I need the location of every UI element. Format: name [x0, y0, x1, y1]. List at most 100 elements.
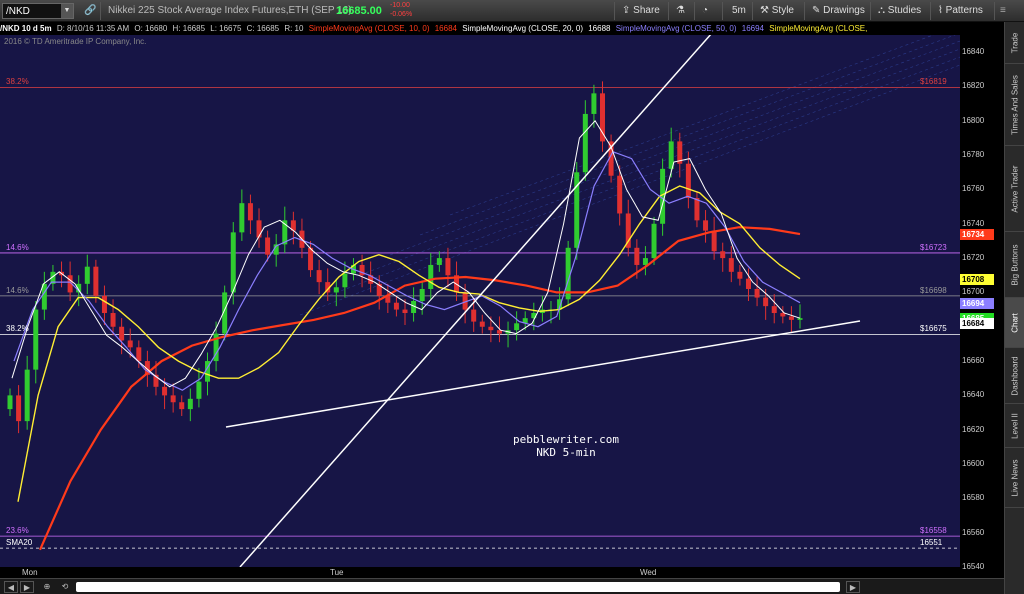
candle-body	[617, 175, 623, 214]
share-button[interactable]: ⇪ Share	[622, 3, 660, 19]
ohlc-high: H: 16685	[172, 24, 206, 33]
candle-body	[393, 302, 399, 310]
sma200-label: SimpleMovingAvg (CLOSE,	[769, 24, 868, 33]
candle-body	[265, 237, 271, 255]
candle-body	[136, 347, 142, 362]
symbol-input[interactable]: /NKD ▼	[2, 3, 74, 19]
side-tab-active-trader[interactable]: Active Trader	[1005, 146, 1024, 232]
candle-body	[316, 270, 322, 283]
candle-body	[239, 203, 245, 233]
watermark-line2: NKD 5-min	[536, 446, 596, 459]
flask-icon[interactable]: ⚗	[676, 3, 685, 19]
ohlc-range: R: 10	[284, 24, 304, 33]
side-tab-label: Level II	[1010, 412, 1020, 439]
candle-body	[196, 381, 202, 399]
price-axis[interactable]: 16840 16820 16800 16780 16760 16740 16720 16700…	[960, 35, 1004, 571]
scroll-thumb[interactable]	[76, 582, 840, 592]
candle-body	[763, 297, 769, 307]
scroll-right-icon[interactable]: ▶	[20, 581, 34, 593]
side-tabs: Trade Times And Sales Active Trader Big But…	[1004, 22, 1024, 594]
ohlc-date: D: 8/10/16 11:35 AM	[56, 24, 130, 33]
fib-level-pct: 23.6%	[6, 526, 29, 536]
fib-level-price: $16723	[920, 242, 947, 252]
fib-level-price: $16558	[920, 526, 947, 536]
fib-level-pct: 38.2%	[6, 324, 29, 334]
candle-body	[333, 287, 339, 293]
pencil-icon: ✎	[812, 5, 821, 16]
candle-body	[187, 398, 193, 410]
candle-body	[488, 326, 494, 331]
price-badge: 16708	[960, 273, 994, 285]
candle-body	[771, 306, 777, 314]
scroll-end-icon[interactable]: ▶	[846, 581, 860, 593]
chart-scrollbar[interactable]: ◀ ▶ ⊕ ⟲ ▶	[0, 578, 1004, 594]
side-tab-chart[interactable]: Chart	[1005, 298, 1024, 348]
period-label: /NKD 10 d 5m	[0, 24, 52, 33]
side-tab-dashboard[interactable]: Dashboard	[1005, 348, 1024, 404]
sma10-label: SimpleMovingAvg (CLOSE, 10, 0)	[308, 24, 430, 33]
studies-icon: ⛬	[878, 5, 885, 16]
candle-body	[93, 266, 99, 296]
symbol-text: /NKD	[6, 6, 30, 17]
price-badge: 16694	[960, 297, 994, 309]
chart-canvas[interactable]	[0, 35, 960, 567]
candle-body	[402, 309, 408, 314]
candle-body	[445, 258, 451, 276]
candle-body	[591, 93, 597, 114]
zoom-icon[interactable]: ⊕	[40, 581, 54, 593]
reset-icon[interactable]: ⟲	[58, 581, 72, 593]
style-button[interactable]: ⚒ Style	[760, 3, 794, 19]
side-tab-big-buttons[interactable]: Big Buttons	[1005, 232, 1024, 298]
fib-level-pct: 14.6%	[6, 242, 29, 252]
candle-body	[110, 313, 116, 327]
chevron-down-icon[interactable]: ▼	[61, 4, 73, 18]
wrench-icon: ⚒	[760, 5, 769, 16]
side-tab-times-and-sales[interactable]: Times And Sales	[1005, 64, 1024, 146]
y-tick-label: 16740	[962, 218, 985, 228]
price-badge: 16734	[960, 229, 994, 241]
candle-body	[247, 203, 253, 221]
patterns-button[interactable]: ⌇ Patterns	[938, 3, 983, 19]
channel-line	[359, 48, 960, 276]
sma20-value: 16688	[588, 24, 611, 33]
candle-body	[651, 223, 657, 259]
rising-trendline	[239, 35, 712, 567]
link-icon[interactable]: 🔗	[84, 3, 96, 19]
candle-body	[256, 220, 262, 238]
side-tab-live-news[interactable]: Live News	[1005, 448, 1024, 508]
candle-body	[162, 386, 168, 396]
side-tab-trade[interactable]: Trade	[1005, 22, 1024, 64]
candle-body	[16, 395, 22, 422]
candle-body	[230, 232, 236, 293]
fib-level-pct: 14.6%	[6, 285, 29, 295]
channel-line	[389, 40, 960, 256]
candle-body	[7, 395, 13, 410]
y-tick-label: 16540	[962, 562, 985, 571]
instrument-name: Nikkei 225 Stock Average Index Futures,E…	[108, 5, 352, 16]
x-label-wed: Wed	[640, 568, 657, 577]
support-trendline	[225, 320, 861, 428]
candle-body	[728, 258, 734, 272]
candle-body	[308, 247, 314, 271]
timeframe-button[interactable]: 5m	[732, 3, 746, 19]
price-chart[interactable]: 2016 © TD Ameritrade IP Company, Inc. 38…	[0, 35, 960, 567]
candle-body	[634, 247, 640, 265]
drawings-button[interactable]: ✎ Drawings	[812, 3, 865, 19]
studies-button[interactable]: ⛬ Studies	[878, 3, 921, 19]
y-tick-label: 16760	[962, 184, 985, 194]
candle-body	[419, 288, 425, 301]
side-tab-level-ii[interactable]: Level II	[1005, 404, 1024, 448]
sma50-line	[17, 185, 801, 502]
candle-body	[694, 198, 700, 221]
y-tick-label: 16820	[962, 81, 985, 91]
time-axis[interactable]: Mon Tue Wed	[0, 567, 960, 578]
menu-icon[interactable]: ≡	[1000, 3, 1006, 19]
y-tick-label: 16640	[962, 390, 985, 400]
sma50-value: 16694	[741, 24, 764, 33]
scroll-left-icon[interactable]: ◀	[4, 581, 18, 593]
clock-icon[interactable]: ◔	[702, 3, 708, 19]
side-tab-label: Trade	[1010, 32, 1020, 53]
share-icon: ⇪	[622, 5, 631, 16]
y-tick-label: 16800	[962, 115, 985, 125]
ohlc-close: C: 16685	[246, 24, 280, 33]
